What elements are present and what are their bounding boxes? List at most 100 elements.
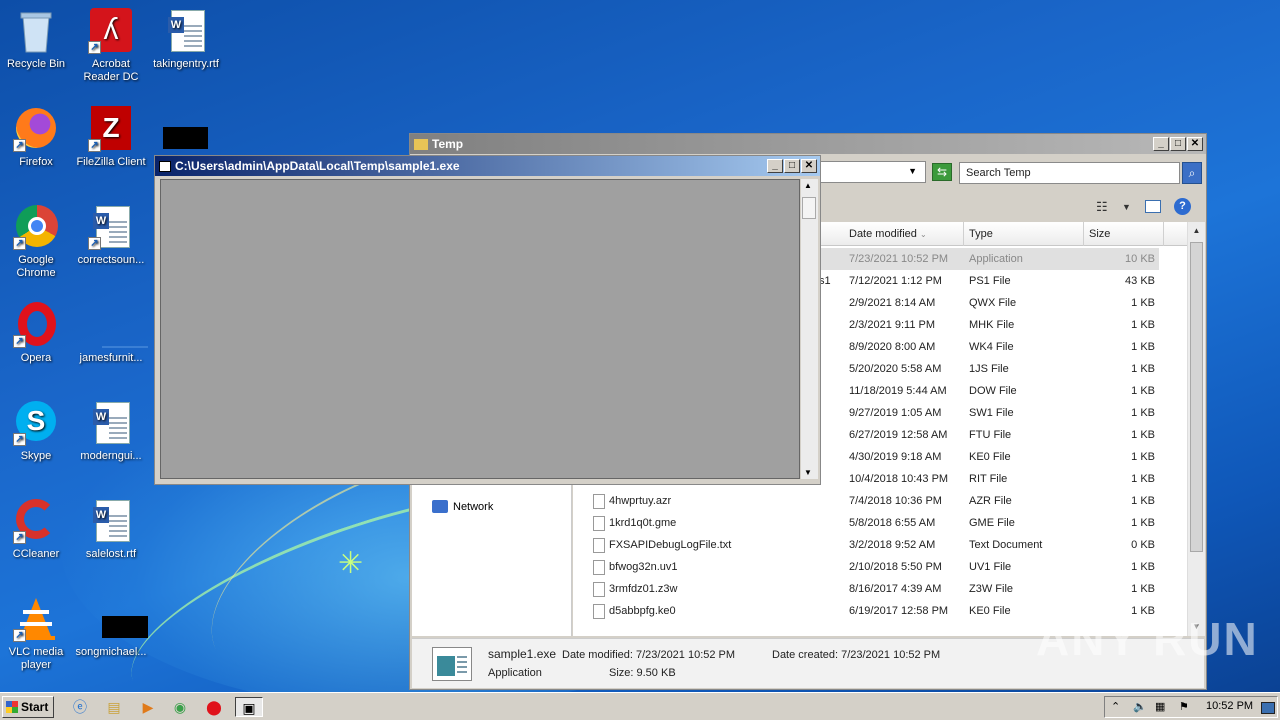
desktop-icon-moderngui[interactable]: W moderngui... [73,400,149,463]
desktop-icon-jamesfurnit[interactable]: jamesfurnit... [73,302,149,365]
table-row[interactable]: FXSAPIDebugLogFile.txt 3/2/2018 9:52 AM Te… [573,534,1159,556]
show-desktop-icon[interactable] [1261,702,1275,714]
desktop-icon-vlc[interactable]: ↗ VLC media player [0,596,74,672]
view-options-icon[interactable]: ☷ [1096,199,1108,215]
console-titlebar[interactable]: C:\Users\admin\AppData\Local\Temp\sample… [155,156,820,176]
file-type: SW1 File [969,407,1014,419]
console-window[interactable]: C:\Users\admin\AppData\Local\Temp\sample… [154,155,821,485]
skype-icon: S ↗ [13,400,59,446]
desktop-icon-opera[interactable]: ↗ Opera [0,302,74,365]
internet-explorer-icon[interactable]: ⓔ [68,697,92,717]
console-taskbar-button[interactable]: ▣ [235,697,263,717]
shortcut-arrow-icon: ↗ [13,433,26,446]
file-date: 11/18/2019 5:44 AM [849,385,947,397]
file-type: RIT File [969,473,1008,485]
table-row[interactable]: 1krd1q0t.gme 5/8/2018 6:55 AM GME File 1 KB [573,512,1159,534]
file-type: QWX File [969,297,1017,309]
close-button[interactable]: ✕ [1187,137,1203,151]
maximize-button[interactable]: □ [784,159,800,173]
close-button[interactable]: ✕ [801,159,817,173]
network-tray-icon[interactable]: ▦ [1155,700,1165,713]
file-date: 6/19/2017 12:58 PM [849,605,949,617]
shortcut-arrow-icon: ↗ [13,531,26,544]
file-type: Text Document [969,539,1043,551]
file-type: AZR File [969,495,1012,507]
scrollbar-thumb[interactable] [1190,242,1203,552]
file-date: 10/4/2018 10:43 PM [849,473,949,485]
watermark: ANY RUN [1036,613,1259,665]
table-row[interactable]: 4hwprtuy.azr 7/4/2018 10:36 PM AZR File 1 K… [573,490,1159,512]
desktop-icon-correctsoun[interactable]: W ↗ correctsoun... [73,204,149,267]
desktop-icon-skype[interactable]: S ↗ Skype [0,400,74,463]
desktop-icon-filezilla[interactable]: Z ↗ FileZilla Client [73,106,149,169]
opera-icon: ↗ [13,302,59,348]
start-button[interactable]: Start [2,696,54,718]
file-name: d5abbpfg.ke0 [609,605,676,617]
word-doc-icon: W [88,400,134,446]
scroll-up-icon[interactable]: ▲ [1190,224,1203,238]
file-size: 1 KB [1131,297,1155,309]
scroll-up-icon[interactable]: ▲ [804,181,812,190]
file-size: 1 KB [1131,517,1155,529]
maximize-button[interactable]: □ [1170,137,1186,151]
file-date: 9/27/2019 1:05 AM [849,407,942,419]
desktop-icon-salelost[interactable]: W salelost.rtf [73,498,149,561]
file-type: Z3W File [969,583,1013,595]
file-size: 1 KB [1131,407,1155,419]
opera-taskbar-icon[interactable]: ⬤ [202,697,226,717]
file-date: 6/27/2019 12:58 AM [849,429,948,441]
column-type[interactable]: Type [964,222,1084,246]
desktop-icon-recycle-bin[interactable]: Recycle Bin [0,8,74,71]
desktop-icon-ccleaner[interactable]: ↗ CCleaner [0,498,74,561]
volume-icon[interactable]: 🔈 [1133,700,1147,713]
file-size: 1 KB [1131,495,1155,507]
file-list-scrollbar[interactable]: ▲ ▼ [1187,222,1205,636]
flag-icon[interactable]: ⚑ [1179,700,1189,713]
chevron-up-icon[interactable]: ⌃ [1111,700,1120,713]
column-date-modified[interactable]: Date modified ⌄ [844,222,964,246]
file-type: GME File [969,517,1015,529]
preview-pane-icon[interactable] [1145,200,1161,213]
file-icon [593,494,605,509]
chrome-taskbar-icon[interactable]: ◉ [168,697,192,717]
file-name: 3rmfdz01.z3w [609,583,678,595]
minimize-button[interactable]: _ [767,159,783,173]
help-icon[interactable]: ? [1174,198,1191,215]
file-explorer-icon[interactable]: ▤ [102,697,126,717]
refresh-icon[interactable]: ⇆ [932,163,952,181]
minimize-button[interactable]: _ [1153,137,1169,151]
desktop-icon-takingentry[interactable]: W takingentry.rtf [148,8,224,71]
redacted-icon [163,127,208,149]
nav-item-network[interactable]: Network [432,500,493,513]
scrollbar-thumb[interactable] [802,197,816,219]
search-icon[interactable]: ⌕ [1182,162,1202,184]
explorer-titlebar[interactable]: Temp _ □ ✕ [410,134,1206,154]
media-player-icon[interactable]: ▶ [136,697,160,717]
desktop-icon-chrome[interactable]: ↗ Google Chrome [0,204,74,280]
scroll-down-icon[interactable]: ▼ [804,468,812,477]
desktop-icon-firefox[interactable]: ↗ Firefox [0,106,74,169]
table-row[interactable]: bfwog32n.uv1 2/10/2018 5:50 PM UV1 File 1 K… [573,556,1159,578]
column-size[interactable]: Size [1084,222,1164,246]
chrome-icon: ↗ [13,204,59,250]
desktop-icon-songmichael[interactable]: songmichael... [73,596,149,659]
details-file-type: Application [488,667,542,679]
file-date: 5/8/2018 6:55 AM [849,517,936,529]
shortcut-arrow-icon: ↗ [88,139,101,152]
table-row[interactable]: 3rmfdz01.z3w 8/16/2017 4:39 AM Z3W File 1 K… [573,578,1159,600]
clock[interactable]: 10:52 PM [1206,700,1253,712]
file-size: 1 KB [1131,561,1155,573]
shortcut-arrow-icon: ↗ [88,41,101,54]
desktop-icon-acrobat[interactable]: ʎ ↗ Acrobat Reader DC [73,8,149,84]
search-input[interactable]: Search Temp [959,162,1180,184]
details-date-created: Date created: 7/23/2021 10:52 PM [772,649,941,661]
file-date: 7/4/2018 10:36 PM [849,495,942,507]
console-scrollbar[interactable]: ▲ ▼ [801,179,818,479]
word-doc-icon: W [88,498,134,544]
console-output[interactable] [160,179,800,479]
details-size: Size: 9.50 KB [609,667,676,679]
file-date: 8/9/2020 8:00 AM [849,341,936,353]
chevron-down-icon[interactable]: ▼ [1122,202,1131,212]
chevron-down-icon[interactable]: ▼ [908,166,917,176]
file-name: bfwog32n.uv1 [609,561,678,573]
